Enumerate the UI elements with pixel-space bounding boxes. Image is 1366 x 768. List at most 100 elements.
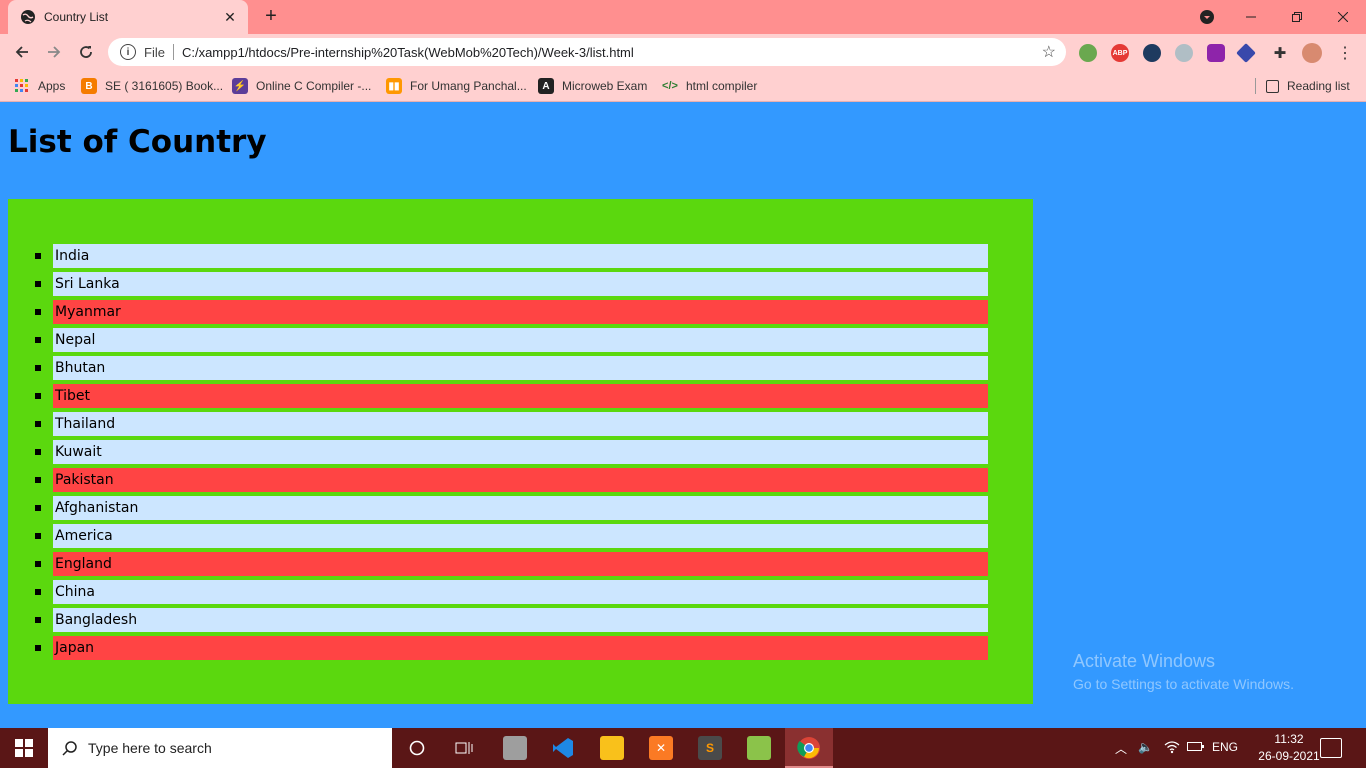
country-name: Tibet [55,388,90,404]
search-icon [62,741,77,756]
language-indicator[interactable]: ENG [1212,740,1238,754]
extension-diamond-icon[interactable] [1236,43,1256,63]
country-name: Afghanistan [55,500,139,516]
menu-kebab-icon[interactable]: ⋮ [1336,44,1354,62]
windows-taskbar: Type here to search ✕ S ︿ 🔈 ENG 11:32 26… [0,728,1366,768]
cortana-icon[interactable] [405,736,429,760]
reload-button[interactable] [74,40,98,64]
tab-close-icon[interactable]: ✕ [222,9,238,26]
vscode-icon[interactable] [551,736,575,760]
taskbar-search[interactable]: Type here to search [48,728,392,768]
task-view-icon[interactable] [452,736,476,760]
taskbar-clock[interactable]: 11:32 26-09-2021 [1254,731,1324,765]
profile-menu-button[interactable] [1184,0,1230,34]
globe-icon [21,10,35,24]
bookmark-umang-panchal[interactable]: ▮▮ For Umang Panchal... [386,76,527,96]
close-icon [1338,12,1348,22]
wifi-icon[interactable] [1164,740,1180,757]
address-bar[interactable]: i File C:/xampp1/htdocs/Pre-internship%2… [108,38,1066,66]
watermark-title: Activate Windows [1073,651,1216,671]
extension-loop-icon[interactable] [1175,44,1193,62]
bookmark-microweb-exam[interactable]: A Microweb Exam [538,76,647,96]
bookmark-apps[interactable]: Apps [14,76,65,96]
browser-tab[interactable]: Country List ✕ [8,0,248,34]
list-item: America [35,524,988,548]
notification-center-icon[interactable] [1320,738,1342,758]
notepad-plus-plus-icon[interactable] [747,736,771,760]
list-bullet-icon [35,421,41,427]
list-item: Japan [35,636,988,660]
arrow-left-icon [15,46,28,58]
battery-icon[interactable] [1187,740,1205,755]
country-name: India [55,248,90,264]
info-icon[interactable]: i [120,44,136,60]
bookmark-se-book[interactable]: B SE ( 3161605) Book... [81,76,223,96]
minimize-icon [1246,16,1256,18]
trello-icon: ▮▮ [386,78,402,94]
bookmark-html-compiler[interactable]: </> html compiler [662,76,757,96]
minimize-button[interactable] [1228,0,1274,34]
new-tab-button[interactable]: + [260,6,282,28]
close-window-button[interactable] [1320,0,1366,34]
volume-icon[interactable]: 🔈 [1138,740,1153,754]
country-list: India Sri Lanka Myanmar Nepal Bhutan Tibet Tha… [35,244,988,664]
list-item: Sri Lanka [35,272,988,296]
compiler-bolt-icon: ⚡ [232,78,248,94]
extension-shield-icon[interactable] [1143,44,1161,62]
extension-globe-icon[interactable] [1079,44,1097,62]
list-item: Bhutan [35,356,988,380]
country-name: England [55,556,112,572]
activate-windows-watermark: Activate Windows Go to Settings to activ… [1073,651,1294,692]
extensions-puzzle-icon[interactable]: ✚ [1271,44,1289,62]
chrome-icon [797,737,820,759]
reading-list-icon [1266,79,1279,93]
code-icon: </> [662,80,678,92]
bookmark-label: Apps [38,79,66,93]
blogger-icon: B [81,78,97,94]
address-separator [172,44,174,60]
xampp-icon[interactable]: ✕ [649,736,673,760]
extension-color-icon[interactable] [1207,44,1225,62]
country-name: Nepal [55,332,96,348]
bookmark-star-icon[interactable]: ☆ [1042,42,1056,62]
list-item: India [35,244,988,268]
tab-strip: Country List ✕ + [0,0,1366,34]
restore-icon [1292,12,1302,22]
list-bullet-icon [35,561,41,567]
bookmark-label: SE ( 3161605) Book... [105,79,224,93]
country-name: Bhutan [55,360,106,376]
list-item: Nepal [35,328,988,352]
url-text[interactable]: C:/xampp1/htdocs/Pre-internship%20Task(W… [182,45,1042,60]
page-title: List of Country [8,124,267,160]
bookmark-label: For Umang Panchal... [410,79,527,93]
search-placeholder: Type here to search [88,740,212,756]
list-bullet-icon [35,393,41,399]
clock-date: 26-09-2021 [1258,749,1320,763]
forward-button[interactable] [42,40,66,64]
tray-overflow-chevron-icon[interactable]: ︿ [1115,740,1127,757]
file-explorer-icon[interactable] [600,736,624,760]
back-button[interactable] [10,40,34,64]
restore-button[interactable] [1274,0,1320,34]
bookmark-online-c-compiler[interactable]: ⚡ Online C Compiler -... [232,76,371,96]
list-item: Kuwait [35,440,988,464]
list-bullet-icon [35,589,41,595]
list-item: China [35,580,988,604]
list-item: Bangladesh [35,608,988,632]
watermark-subtitle: Go to Settings to activate Windows. [1073,676,1294,692]
chrome-taskbar-button[interactable] [785,728,833,768]
adblock-icon[interactable]: ABP [1111,44,1129,62]
start-button[interactable] [0,728,48,768]
country-name: Thailand [55,416,116,432]
list-bullet-icon [35,337,41,343]
avatar[interactable] [1302,43,1322,63]
browser-toolbar: i File C:/xampp1/htdocs/Pre-internship%2… [0,34,1366,70]
list-item: Myanmar [35,300,988,324]
country-name: China [55,584,95,600]
url-scheme: File [144,44,165,60]
reading-list-button[interactable]: Reading list [1266,76,1350,96]
list-bullet-icon [35,281,41,287]
sublime-text-icon[interactable]: S [698,736,722,760]
control-panel-icon[interactable] [503,736,527,760]
list-bullet-icon [35,477,41,483]
